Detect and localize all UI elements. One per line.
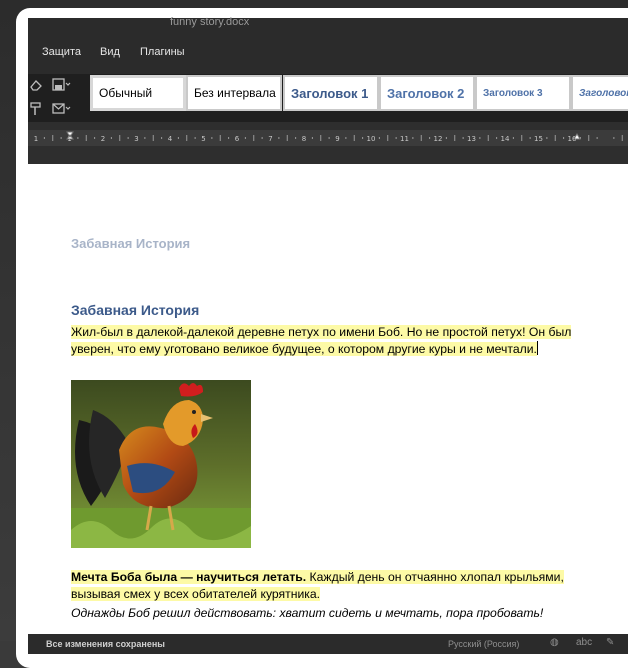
ruler-area: 112345678910111213141516 [28,122,628,164]
style-normal[interactable]: Обычный [90,75,186,111]
paragraph-1[interactable]: Жил-был в далекой-далекой деревне петух … [71,324,591,358]
editor-window: funny story.docx Защита Вид Плагины Обыч… [16,8,628,668]
ruler-label: 6 [235,135,240,143]
paragraph-2[interactable]: Мечта Боба была — научиться летать. Кажд… [71,569,591,603]
ruler-label: 2 [101,135,105,143]
save-icon[interactable] [50,76,74,94]
rooster-image[interactable] [71,380,251,548]
track-changes-icon[interactable]: ✎ [606,637,614,648]
ruler-label: 12 [434,135,443,143]
menu-protection[interactable]: Защита [42,46,81,58]
mail-icon[interactable] [50,100,74,118]
ruler-ticks: 112345678910111213141516 [34,131,623,143]
document-page[interactable]: Забавная История Забавная История Жил-бы… [28,164,628,644]
format-painter-icon[interactable] [24,100,48,118]
ruler-label: 4 [168,135,173,143]
ribbon-tools [28,74,84,122]
style-heading-1[interactable]: Заголовок 1 [283,75,379,111]
ruler-label: 1 [34,135,38,143]
status-bar: Все изменения сохранены Русский (Россия)… [28,634,628,654]
ruler-label: 7 [268,135,272,143]
horizontal-ruler[interactable]: 112345678910111213141516 [28,130,628,146]
title-bar: funny story.docx [28,16,628,32]
window-content: funny story.docx Защита Вид Плагины Обыч… [28,16,628,668]
ruler-label: 13 [467,135,476,143]
paragraph-2-bold: Мечта Боба была — научиться летать. [71,570,307,584]
style-heading-4[interactable]: Заголовок 4 [571,75,628,111]
globe-icon[interactable]: ◍ [550,637,559,648]
ruler-label: 10 [367,135,376,143]
ruler-label: 9 [335,135,339,143]
menu-bar: Защита Вид Плагины [28,32,628,74]
style-heading-3[interactable]: Заголовок 3 [475,75,571,111]
style-heading-2[interactable]: Заголовок 2 [379,75,475,111]
text-cursor [536,341,538,355]
ruler-label: 3 [134,135,138,143]
document-heading: Забавная История [71,302,200,318]
menu-view[interactable]: Вид [100,46,120,58]
window-title: funny story.docx [170,16,250,28]
ruler-label: 5 [201,135,205,143]
ruler-label: 8 [302,135,306,143]
paragraph-1-text: Жил-был в далекой-далекой деревне петух … [71,325,572,356]
paragraph-3[interactable]: Однажды Боб решил действовать: хватит си… [71,605,591,622]
ruler-label: 15 [534,135,543,143]
spellcheck-icon[interactable]: abc [576,637,592,648]
menu-plugins[interactable]: Плагины [140,46,185,58]
style-no-spacing[interactable]: Без интервала [186,75,282,111]
eraser-icon[interactable] [24,76,48,94]
ruler-label: 14 [501,135,510,143]
page-header-title: Забавная История [71,236,191,251]
ruler-label: 11 [400,135,409,143]
ribbon-toolbar: Обычный Без интервала Заголовок 1 Заголо… [28,74,628,122]
